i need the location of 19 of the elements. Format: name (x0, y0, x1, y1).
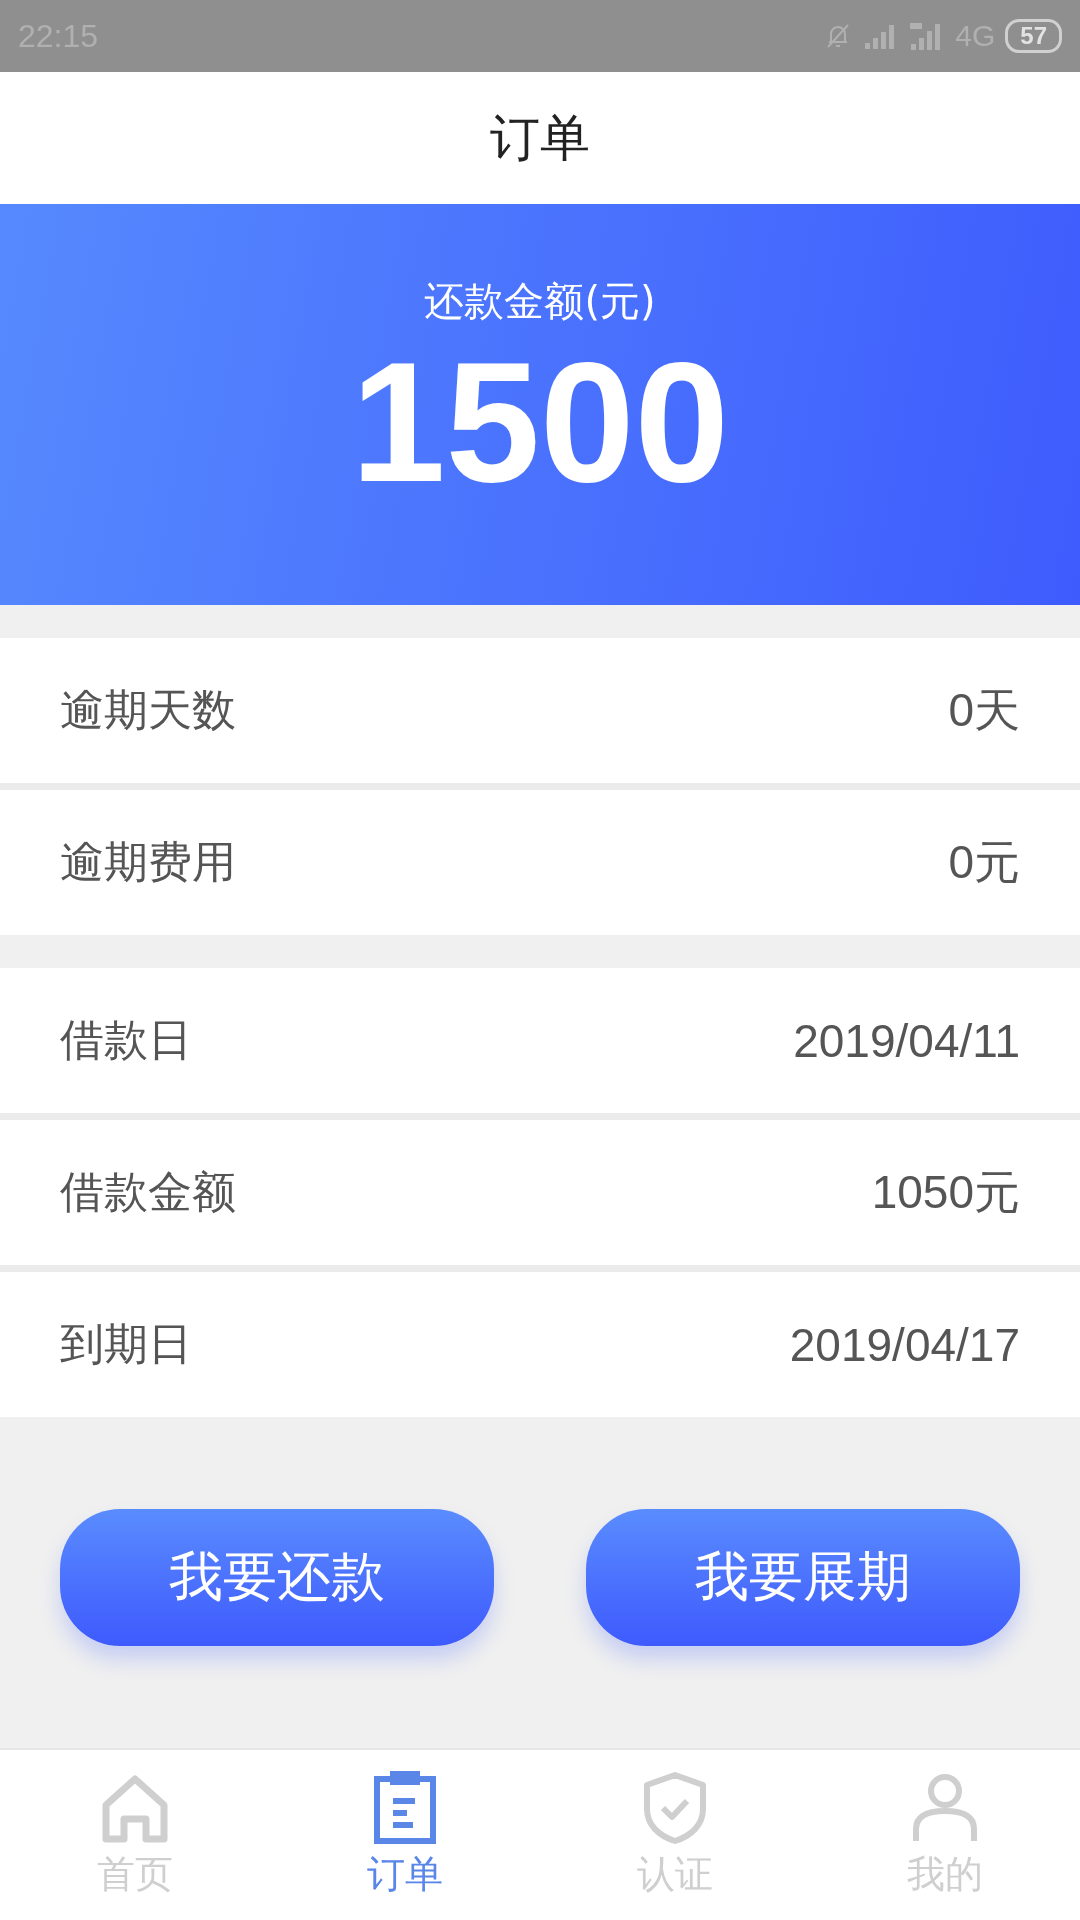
row-value: 0天 (948, 682, 1020, 738)
row-label: 逾期费用 (60, 835, 236, 889)
row-value: 2019/04/11 (793, 1013, 1020, 1068)
row-label: 借款日 (60, 1013, 192, 1067)
action-button[interactable]: 我要还款 (60, 1509, 494, 1646)
row-value: 2019/04/17 (789, 1317, 1020, 1372)
row-label: 逾期天数 (60, 683, 236, 737)
page-title: 订单 (490, 107, 590, 169)
row-value: 0元 (948, 834, 1020, 890)
amount-label: 还款金额(元) (424, 276, 656, 326)
row-label: 借款金额 (60, 1165, 236, 1219)
shield-check-icon (642, 1770, 708, 1845)
row-value: 1050元 (871, 1164, 1020, 1220)
battery-indicator: 57 (1005, 19, 1062, 53)
amount-value: 1500 (350, 328, 730, 516)
row-label: 到期日 (60, 1317, 192, 1371)
nav-tab[interactable]: 订单 (315, 1770, 495, 1900)
action-button[interactable]: 我要展期 (586, 1509, 1020, 1646)
clipboard-icon (373, 1770, 437, 1845)
